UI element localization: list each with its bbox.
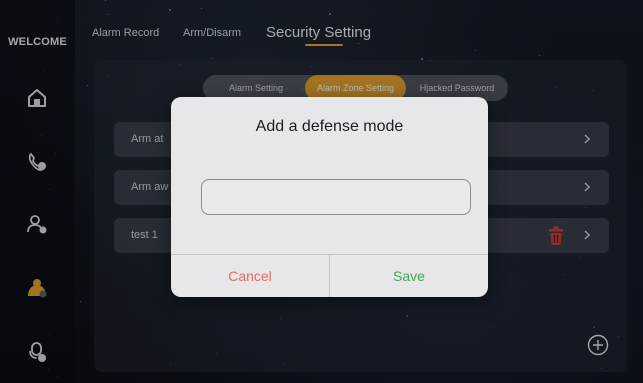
add-defense-mode-dialog: Add a defense mode Cancel Save bbox=[171, 97, 488, 297]
mode-name-input[interactable] bbox=[201, 179, 471, 215]
cancel-button[interactable]: Cancel bbox=[171, 255, 329, 297]
dialog-title: Add a defense mode bbox=[255, 118, 404, 135]
save-button[interactable]: Save bbox=[330, 255, 488, 297]
